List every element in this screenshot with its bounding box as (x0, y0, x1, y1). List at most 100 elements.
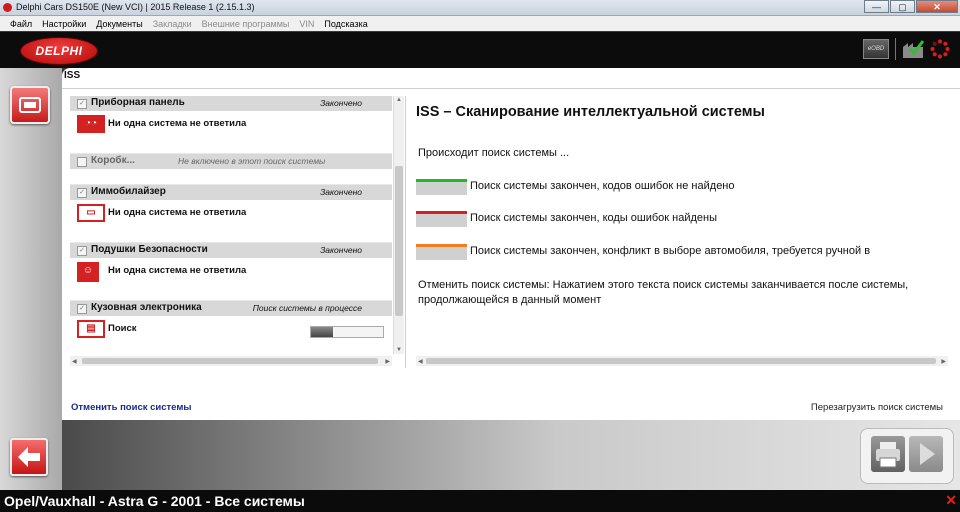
scrollbar-thumb[interactable] (82, 358, 378, 364)
system-group: ✓ Приборная панель Закончено ◔◔ Ни одна … (70, 96, 392, 154)
system-status: Закончено (320, 245, 362, 255)
app-header: DELPHI eOBD (0, 32, 960, 68)
system-result: Ни одна система не ответила (108, 207, 247, 218)
system-group: ✓ Подушки Безопасности Закончено ☺ Ни од… (70, 243, 392, 301)
system-name: Иммобилайзер (91, 186, 166, 197)
menu-external-programs[interactable]: Внешние программы (202, 19, 290, 29)
menu-documents[interactable]: Документы (96, 19, 142, 29)
scroll-right-icon[interactable]: ▶ (385, 358, 390, 365)
search-progress-fill (311, 327, 333, 337)
system-group: ✓ Кузовная электроника Поиск системы в п… (70, 301, 392, 354)
system-checkbox[interactable]: ✓ (77, 304, 87, 314)
system-result: Ни одна система не ответила (108, 118, 247, 129)
menu-settings[interactable]: Настройки (42, 19, 86, 29)
scroll-left-icon[interactable]: ◀ (72, 358, 77, 365)
reload-search-link[interactable]: Перезагрузить поиск системы (811, 402, 943, 413)
pane-divider[interactable] (405, 96, 406, 368)
tab-iss[interactable]: ISS (64, 70, 80, 81)
info-panel: ISS – Сканирование интеллектуальной сист… (416, 96, 960, 354)
system-name: Кузовная электроника (91, 302, 202, 313)
printer-icon (876, 442, 900, 468)
legend-text: Поиск системы закончен, коды ошибок найд… (470, 212, 717, 224)
header-divider (895, 38, 896, 60)
scroll-up-icon[interactable]: ▲ (396, 97, 402, 103)
scroll-right-icon[interactable]: ▶ (941, 358, 946, 365)
system-header[interactable]: ✓ Иммобилайзер Закончено (70, 185, 392, 200)
legend-row-no-faults: Поиск системы закончен, кодов ошибок не … (416, 179, 960, 195)
arrow-left-icon (18, 447, 40, 467)
system-list: ✓ Приборная панель Закончено ◔◔ Ни одна … (70, 96, 392, 354)
legend-swatch-red (416, 211, 467, 227)
system-checkbox[interactable]: ✓ (77, 246, 87, 256)
left-rail (0, 68, 62, 490)
tab-underline (62, 88, 960, 89)
immobilizer-icon: ▭ (77, 204, 105, 222)
info-title: ISS – Сканирование интеллектуальной сист… (416, 104, 765, 120)
system-header[interactable]: ✓ Кузовная электроника Поиск системы в п… (70, 301, 392, 316)
legend-swatch-orange (416, 244, 467, 260)
print-button[interactable] (871, 436, 905, 472)
body-electronics-icon: ▤ (77, 320, 105, 338)
system-status: Не включено в этот поиск системы (178, 156, 326, 166)
legend-text: Поиск системы закончен, кодов ошибок не … (470, 180, 735, 192)
menu-file[interactable]: Файл (10, 19, 32, 29)
list-horizontal-scrollbar[interactable]: ◀ ▶ (70, 356, 392, 366)
system-checkbox[interactable] (77, 157, 87, 167)
system-result: Ни одна система не ответила (108, 265, 247, 276)
list-vertical-scrollbar[interactable]: ▲ ▼ (393, 96, 404, 354)
legend-row-faults: Поиск системы закончен, коды ошибок найд… (416, 211, 960, 227)
phone-button[interactable] (10, 86, 50, 124)
search-progress-bar (310, 326, 384, 338)
bottom-toolbar-area (62, 420, 960, 490)
scroll-left-icon[interactable]: ◀ (418, 358, 423, 365)
legend-row-conflict: Поиск системы закончен, конфликт в выбор… (416, 244, 960, 260)
system-header[interactable]: Коробк... Не включено в этот поиск систе… (70, 154, 392, 169)
system-group: Коробк... Не включено в этот поиск систе… (70, 154, 392, 185)
menu-vin[interactable]: VIN (299, 19, 314, 29)
phone-icon (19, 97, 41, 113)
window-titlebar: Delphi Cars DS150E (New VCI) | 2015 Rele… (0, 0, 960, 16)
system-status: Закончено (320, 98, 362, 108)
legend-text: Поиск системы закончен, конфликт в выбор… (470, 245, 871, 257)
next-button[interactable] (909, 436, 943, 472)
system-result: Поиск (108, 323, 137, 334)
menu-bookmarks[interactable]: Закладки (153, 19, 192, 29)
maximize-button[interactable]: ▢ (890, 0, 915, 13)
scrollbar-thumb[interactable] (395, 166, 403, 316)
window-title: Delphi Cars DS150E (New VCI) | 2015 Rele… (16, 2, 255, 12)
system-checkbox[interactable]: ✓ (77, 99, 87, 109)
app-icon (3, 3, 12, 12)
system-status: Закончено (320, 187, 362, 197)
legend-bar-red (416, 211, 467, 214)
info-cancel-text[interactable]: Отменить поиск системы: Нажатием этого т… (418, 278, 960, 308)
arrow-right-icon (920, 443, 935, 465)
system-header[interactable]: ✓ Приборная панель Закончено (70, 96, 392, 111)
legend-bar-orange (416, 244, 467, 247)
scrollbar-thumb[interactable] (426, 358, 936, 364)
vehicle-info: Opel/Vauxhall - Astra G - 2001 - Все сис… (4, 493, 305, 509)
info-searching-text: Происходит поиск системы ... (418, 147, 570, 159)
connection-spinner-icon (930, 39, 950, 59)
system-checkbox[interactable]: ✓ (77, 188, 87, 198)
legend-bar-green (416, 179, 467, 182)
legend-swatch-green (416, 179, 467, 195)
minimize-button[interactable]: — (864, 0, 889, 13)
system-name: Приборная панель (91, 97, 185, 108)
close-icon[interactable]: ✕ (945, 492, 957, 509)
close-window-button[interactable]: ✕ (916, 0, 958, 13)
eobd-icon[interactable]: eOBD (863, 39, 889, 59)
menu-help[interactable]: Подсказка (324, 19, 367, 29)
status-bar: Opel/Vauxhall - Astra G - 2001 - Все сис… (0, 490, 960, 512)
system-status: Поиск системы в процессе (252, 303, 362, 313)
scroll-down-icon[interactable]: ▼ (396, 347, 402, 353)
system-header[interactable]: ✓ Подушки Безопасности Закончено (70, 243, 392, 258)
dashboard-icon: ◔◔ (77, 115, 105, 133)
system-name: Подушки Безопасности (91, 244, 208, 255)
info-horizontal-scrollbar[interactable]: ◀ ▶ (416, 356, 948, 366)
menu-bar: Файл Настройки Документы Закладки Внешни… (0, 16, 960, 31)
factory-check-icon[interactable] (902, 40, 924, 58)
cancel-search-link[interactable]: Отменить поиск системы (71, 402, 191, 413)
system-name: Коробк... (91, 155, 135, 166)
delphi-logo: DELPHI (20, 37, 98, 65)
back-button[interactable] (10, 438, 48, 476)
